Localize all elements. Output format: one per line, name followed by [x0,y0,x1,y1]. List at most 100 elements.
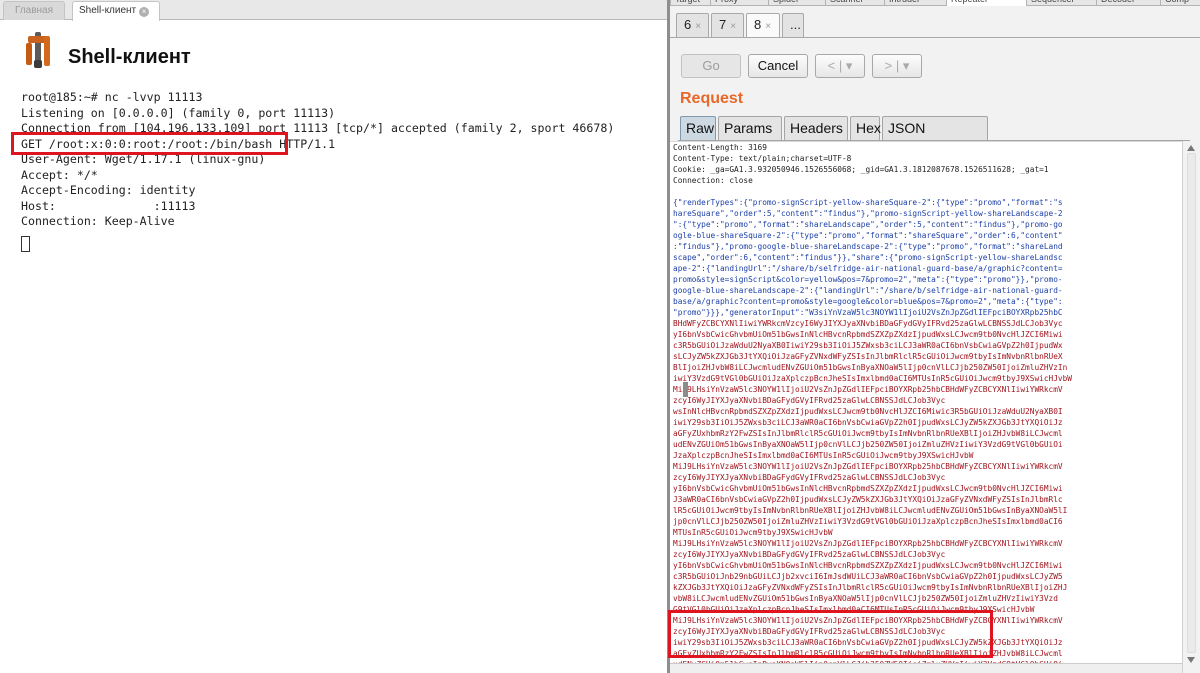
body-line: c3R5bGUiOiJzaWduU2NyaXB0IiwiY29sb3IiOiJ5… [673,341,1063,350]
body-line: aGFyZUxhbmRzY2FwZSIsInJlbmRlclR5cGUiOiJw… [673,429,1063,438]
body-line: c3R5bGUiOiJnb29nbGUiLCJjb2xvciI6ImJsdWUi… [673,572,1063,581]
burp-tab-intruder[interactable]: Intruder [884,0,946,6]
request-tab-1[interactable]: 6 × [676,13,709,37]
burp-tab-target[interactable]: Target [670,0,710,6]
body-line: zcyI6WyJIYXJyaXNvbiBDaGFydGVyIFRvd25zaGl… [673,473,946,482]
go-button[interactable]: Go [681,54,741,78]
body-line: iwiY3VzdG9tVGl0bGUiOiJzaXplczpBcnJheSIsI… [673,374,1073,383]
history-back-button[interactable]: < | ▾ [815,54,865,78]
body-line: jp0cnVlLCJjb250ZW50IjoiZmluZHVzIiwiY3Vzd… [673,517,1063,526]
body-line: ogle-blue-shareSquare-2":{"type":"promo"… [673,231,1063,240]
terminal-output[interactable]: root@185:~# nc -lvvp 11113 Listening on [… [21,90,614,256]
body-line: wsInNlcHBvcnRpbmdSZXZpZXdzIjpudWxsLCJwcm… [673,407,1063,416]
burp-tab-decoder[interactable]: Decoder [1096,0,1160,6]
tab-shell-client-label: Shell-клиент [79,5,137,16]
scroll-up-icon[interactable] [1187,145,1195,151]
request-tab-label: 8 [754,17,762,32]
terminal-line: Accept: */* [21,167,98,182]
terminal-line: Listening on [0.0.0.0] (family 0, port 1… [21,105,336,120]
request-editor[interactable]: Content-Length: 3169 Content-Type: text/p… [670,141,1182,673]
scrollbar-thumb[interactable] [1187,153,1196,653]
tab-params[interactable]: Params [718,116,782,140]
highlight-get-request [11,132,288,155]
editor-bottom-bar [670,663,1182,673]
request-tab-label: 6 [684,17,692,32]
body-line: MiJ9LHsiYnVzaW5lc3NOYW1lIjoiU2VsZnJpZGdl… [673,539,1063,548]
tab-raw[interactable]: Raw [680,116,716,140]
burp-main-tabs: TargetProxySpiderScannerIntruderRepeater… [670,0,1200,6]
body-line: vbW8iLCJwcmludENvZGUiOm51bGwsInByaXNOaW5… [673,594,1058,603]
tab-home[interactable]: Главная [3,1,65,20]
terminal-line: Connection: Keep-Alive [21,214,175,228]
body-line: yI6bnVsbCwicGhvbmUiOm51bGwsInNlcHBvcnRpb… [673,484,1063,493]
body-line: zcyI6WyJIYXJyaXNvbiBDaGFydGVyIFRvd25zaGl… [673,550,946,559]
burp-tab-sequencer[interactable]: Sequencer [1026,0,1096,6]
side-grip-handle[interactable] [683,382,688,397]
tab-shell-client[interactable]: Shell-клиент × [72,1,160,21]
cancel-button[interactable]: Cancel [748,54,808,78]
burp-tab-comp[interactable]: Comp [1160,0,1200,6]
body-line: "promo"}}},"generatorInput":"W3siYnVzaW5… [673,308,1063,317]
scroll-down-icon[interactable] [1187,657,1195,663]
terminal-line: Host: :11113 [21,198,196,213]
close-icon[interactable]: × [730,21,736,32]
tab-hex[interactable]: Hex [850,116,881,140]
close-icon[interactable]: × [695,21,701,32]
request-tab-4[interactable]: ... [782,13,804,37]
body-line: {"renderTypes":{"promo-signScript-yellow… [673,198,1063,207]
body-line: J3aWR0aCI6bnVsbCwiaGVpZ2h0IjpudWxsLCJyZW… [673,495,1063,504]
request-tab-label: ... [790,17,801,32]
body-line: hareSquare","order":5,"content":"findus"… [673,209,1063,218]
request-tab-2[interactable]: 7 × [711,13,744,37]
body-line: iwiY29sb3IiOiJ5ZWxsb3ciLCJ3aWR0aCI6bnVsb… [673,418,1063,427]
raw-request-text[interactable]: Content-Length: 3169 Content-Type: text/p… [673,142,1180,673]
body-line: :"findus"},"promo-google-blue-shareLands… [673,242,1063,251]
tools-icon [26,32,50,68]
browser-tab-bar: Главная Shell-клиент × [0,0,667,21]
burp-tab-proxy[interactable]: Proxy [710,0,768,6]
terminal-cursor[interactable] [21,235,30,252]
header-line: Content-Length: 3169 [673,143,767,152]
tab-divider [670,37,1200,38]
body-line: MiJ9LHsiYnVzaW5lc3NOYW1lIjoiU2VsZnJpZGdl… [673,385,1063,394]
request-tab-label: 7 [719,17,727,32]
highlight-payload [668,610,993,658]
body-line: scape","order":6,"content":"findus"}},"s… [673,253,1063,262]
terminal-line: Accept-Encoding: identity [21,183,196,197]
body-line: promo&style=signScript&color=yellow&pos=… [673,275,1063,284]
body-line: lR5cGUiOiJwcm9tbyIsImNvbnRlbnRUeXBlIjoiZ… [673,506,1068,515]
body-line: ":{"type":"promo","format":"shareLandsca… [673,220,1063,229]
page-title: Shell-клиент [68,46,191,68]
header-line: Cookie: _ga=GA1.3.932050946.1526556068; … [673,165,1049,174]
body-line: google-blue-shareLandscape-2":{"landingU… [673,286,1063,295]
body-line: base/a/graphic?content=promo&style=googl… [673,297,1063,306]
request-heading: Request [680,90,744,107]
body-line: ape-2":{"landingUrl":"/share/b/selfridge… [673,264,1063,273]
request-tab-3[interactable]: 8 × [746,13,780,37]
header-line: Content-Type: text/plain;charset=UTF-8 [673,154,852,163]
burp-repeater-pane: TargetProxySpiderScannerIntruderRepeater… [670,0,1200,673]
burp-tab-scanner[interactable]: Scanner [825,0,884,6]
body-line: JzaXplczpBcnJheSIsImxlbmd0aCI6MTUsInR5cG… [673,451,974,460]
body-line: udENvZGUiOm51bGwsInByaXNOaW5lIjp0cnVlLCJ… [673,440,1063,449]
shell-client-pane: Главная Shell-клиент × Shell-клиент root@… [0,0,667,673]
close-icon[interactable]: × [765,21,771,32]
tab-json-beautifier[interactable]: JSON Beautifier [882,116,988,158]
body-line: BlIjoiZHJvbW8iLCJwcmludENvZGUiOm51bGwsIn… [673,363,1068,372]
tab-headers[interactable]: Headers [784,116,848,140]
body-line: sLCJyZW5kZXJGb3JtYXQiOiJzaGFyZVNxdWFyZSI… [673,352,1063,361]
body-line: zcyI6WyJIYXJyaXNvbiBDaGFydGVyIFRvd25zaGl… [673,396,946,405]
body-line: yI6bnVsbCwicGhvbmUiOm51bGwsInNlcHBvcnRpb… [673,330,1063,339]
body-line: yI6bnVsbCwicGhvbmUiOm51bGwsInNlcHBvcnRpb… [673,561,1063,570]
body-line: MTUsInR5cGUiOiJwcm9tbyJ9XSwicHJvbW [673,528,833,537]
body-line: kZXJGb3JtYXQiOiJzaGFyZVNxdWFyZSIsInJlbmR… [673,583,1068,592]
editor-scrollbar[interactable] [1182,141,1200,673]
burp-tab-repeater[interactable]: Repeater [946,0,1026,6]
body-line: BHdWFyZCBCYXNlIiwiYWRkcmVzcyI6WyJIYXJyaX… [673,319,1063,328]
body-line: MiJ9LHsiYnVzaW5lc3NOYW1lIjoiU2VsZnJpZGdl… [673,462,1063,471]
history-forward-button[interactable]: > | ▾ [872,54,922,78]
close-icon[interactable]: × [139,7,150,17]
header-line: Connection: close [673,176,753,185]
burp-tab-spider[interactable]: Spider [768,0,825,6]
